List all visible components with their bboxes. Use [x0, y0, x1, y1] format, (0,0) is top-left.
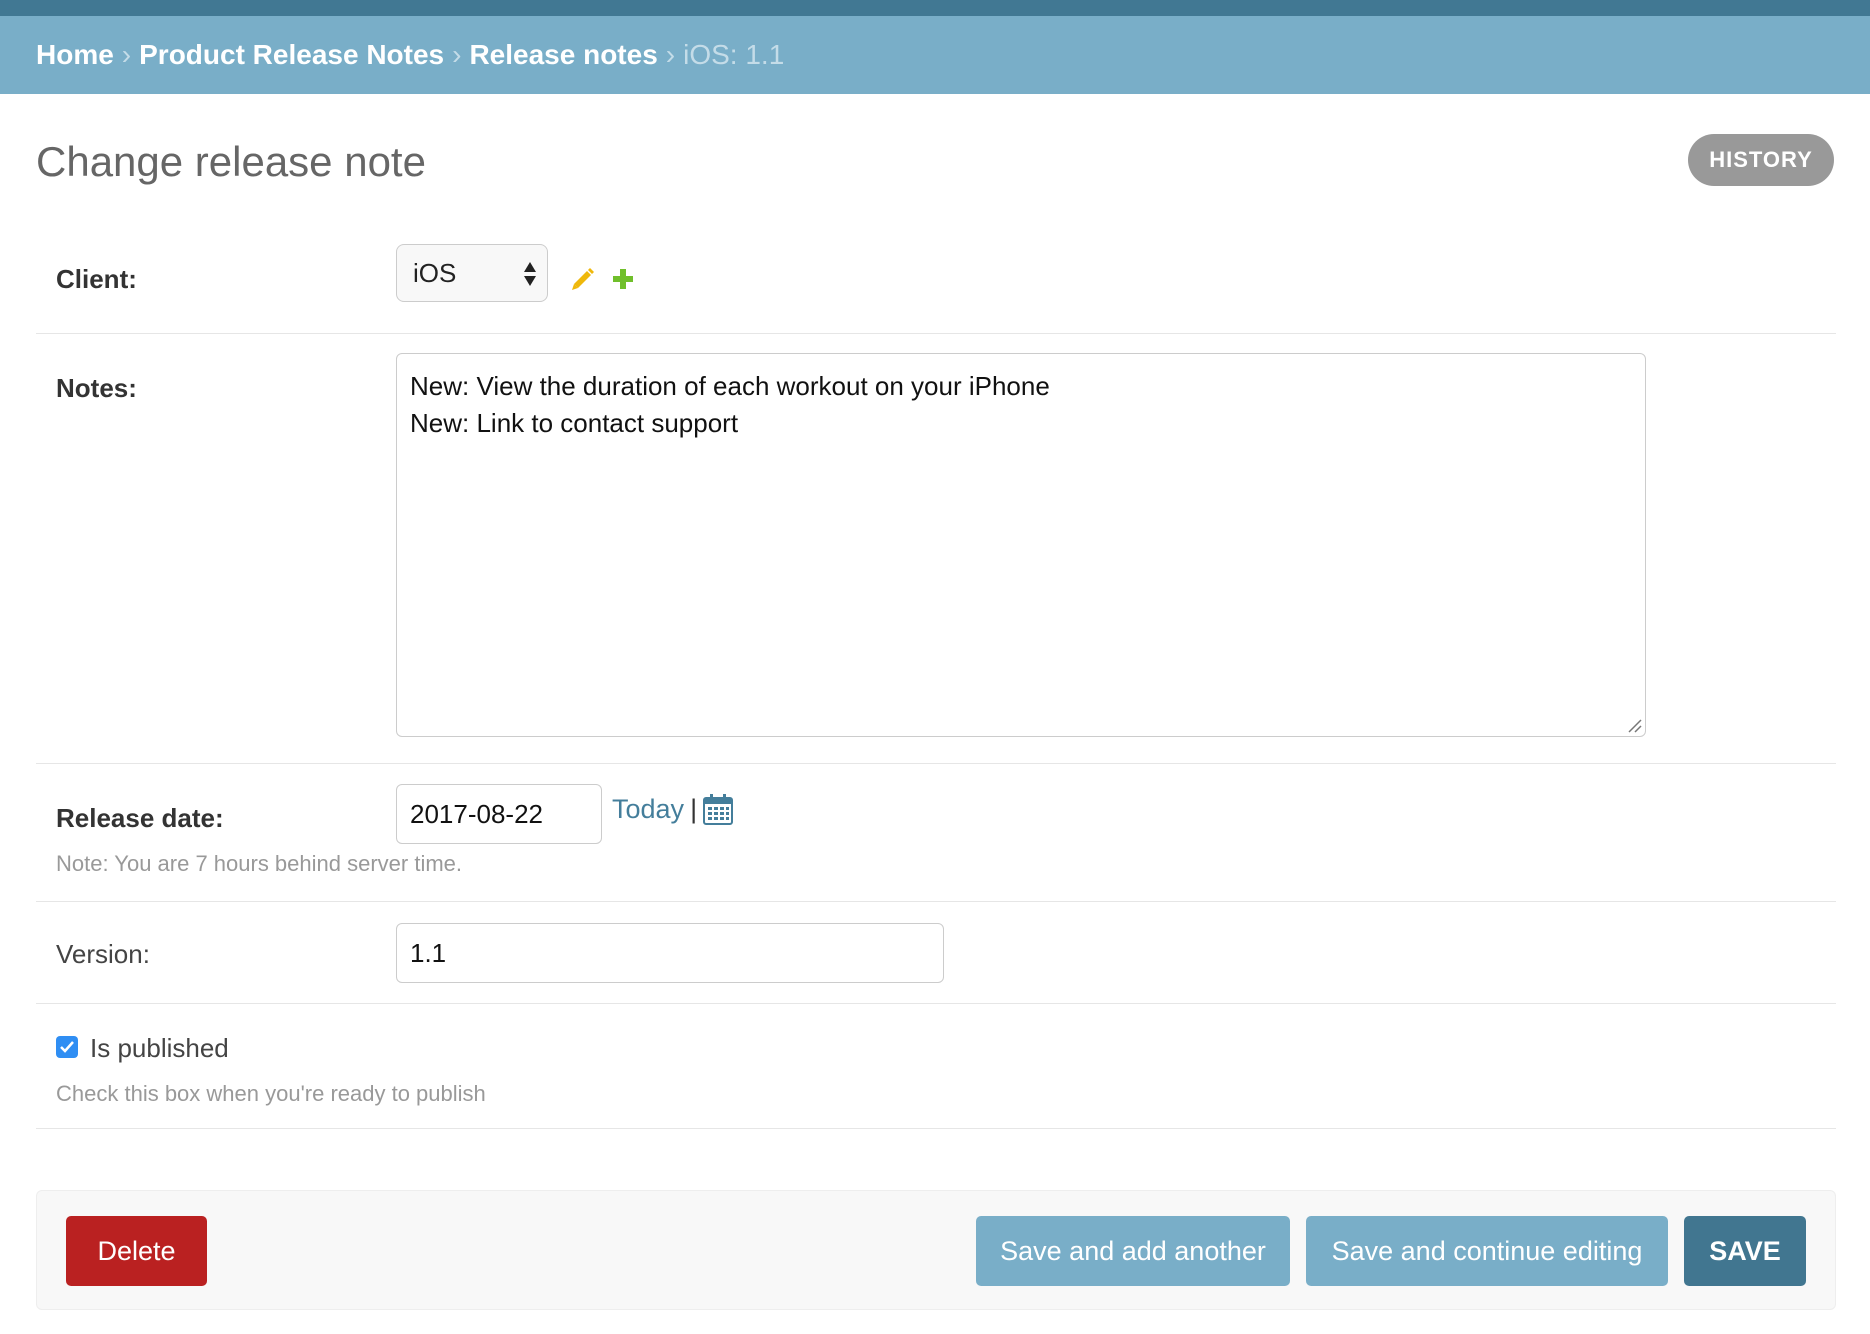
- is-published-help: Check this box when you're ready to publ…: [56, 1081, 486, 1106]
- breadcrumb-separator: ›: [452, 39, 462, 70]
- release-date-value: 2017-08-22: [410, 798, 543, 829]
- version-row: Version: 1.1: [36, 901, 1836, 1004]
- save-button[interactable]: SAVE: [1684, 1216, 1806, 1286]
- breadcrumb: Home › Product Release Notes › Release n…: [0, 16, 1870, 94]
- notes-row: Notes: New: View the duration of each wo…: [36, 333, 1836, 764]
- header-strip: [0, 0, 1870, 16]
- plus-icon[interactable]: [612, 268, 634, 290]
- history-button[interactable]: HISTORY: [1688, 134, 1834, 186]
- save-continue-button[interactable]: Save and continue editing: [1306, 1216, 1668, 1286]
- notes-textarea[interactable]: New: View the duration of each workout o…: [396, 353, 1646, 737]
- breadcrumb-separator: ›: [665, 39, 676, 70]
- notes-line: New: Link to contact support: [410, 408, 739, 438]
- notes-line: New: View the duration of each workout o…: [410, 371, 1050, 401]
- breadcrumb-home[interactable]: Home: [36, 39, 114, 71]
- timezone-help: Note: You are 7 hours behind server time…: [56, 851, 463, 876]
- client-select[interactable]: iOS: [396, 244, 548, 302]
- version-input[interactable]: 1.1: [396, 923, 944, 983]
- version-value: 1.1: [410, 937, 447, 968]
- delete-button[interactable]: Delete: [66, 1216, 207, 1286]
- date-shortcuts: Today |: [612, 793, 734, 825]
- client-select-value: iOS: [413, 257, 457, 288]
- release-date-input[interactable]: 2017-08-22: [396, 784, 602, 844]
- is-published-row: Is published Check this box when you're …: [36, 1003, 1836, 1129]
- release-date-row: Release date: 2017-08-22 Today | Note: Y…: [36, 763, 1836, 902]
- resize-grip-icon[interactable]: [1626, 717, 1642, 733]
- breadcrumb-model[interactable]: Release notes: [469, 39, 657, 71]
- breadcrumb-current: iOS: 1.1: [683, 39, 785, 70]
- breadcrumb-app[interactable]: Product Release Notes: [139, 39, 444, 71]
- shortcut-separator: |: [690, 793, 698, 824]
- checkmark-icon: [60, 1041, 74, 1053]
- breadcrumb-separator: ›: [121, 39, 132, 70]
- save-add-another-button[interactable]: Save and add another: [976, 1216, 1290, 1286]
- release-date-label: Release date:: [56, 803, 224, 833]
- page-title: Change release note: [36, 138, 426, 185]
- is-published-label[interactable]: Is published: [90, 1033, 229, 1064]
- select-arrows-icon: [524, 262, 536, 286]
- today-link[interactable]: Today: [612, 794, 684, 825]
- client-row: Client: iOS: [36, 226, 1836, 334]
- is-published-checkbox[interactable]: [56, 1036, 78, 1058]
- pencil-icon[interactable]: [570, 266, 596, 292]
- client-label: Client:: [56, 264, 137, 294]
- version-label: Version:: [56, 939, 150, 969]
- calendar-icon[interactable]: [703, 793, 734, 825]
- notes-label: Notes:: [56, 373, 137, 403]
- submit-row: Delete Save and add another Save and con…: [36, 1190, 1836, 1310]
